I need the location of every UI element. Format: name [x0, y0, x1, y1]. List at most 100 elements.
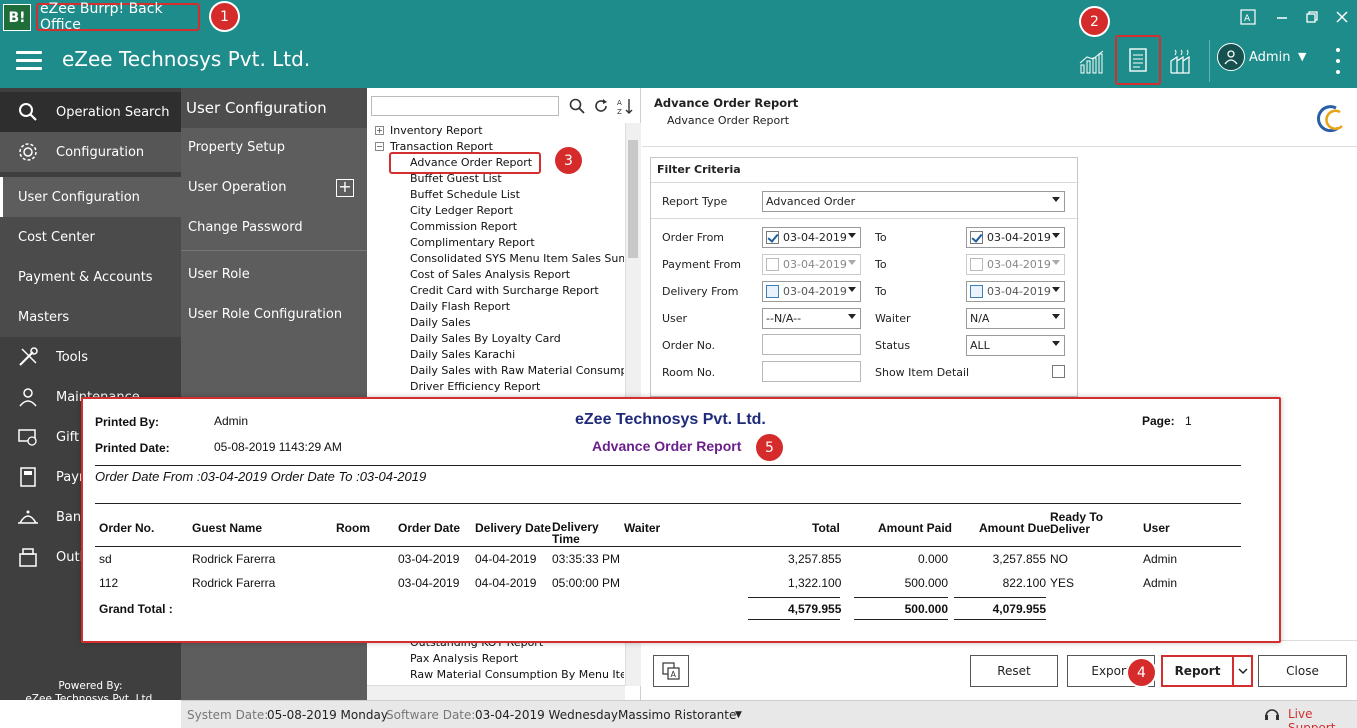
col-waiter: Waiter — [624, 521, 661, 535]
user-operation-item[interactable]: User Operation — [188, 180, 286, 195]
expand-icon[interactable]: + — [375, 126, 384, 135]
report-button[interactable]: Report — [1161, 655, 1234, 687]
tools-item[interactable]: Tools — [0, 337, 181, 377]
tree-item[interactable]: Daily Sales — [410, 316, 471, 329]
property-dropdown-icon[interactable]: ▼ — [735, 710, 742, 720]
property-selector[interactable]: Massimo Ristorante — [618, 708, 736, 722]
tree-item[interactable]: Daily Sales with Raw Material Consumptic — [410, 364, 624, 377]
sort-az-icon[interactable]: AZ — [615, 96, 635, 116]
user-select[interactable]: --N/A-- — [762, 308, 861, 329]
more-options-icon[interactable] — [1333, 48, 1343, 74]
nav-cost-center[interactable]: Cost Center — [0, 217, 181, 257]
divider — [651, 218, 1079, 219]
user-role-item[interactable]: User Role — [188, 267, 250, 282]
tree-item[interactable]: Buffet Guest List — [410, 172, 502, 185]
grand-total-label: Grand Total : — [99, 602, 173, 616]
live-support-link[interactable]: Live Support — [1288, 707, 1357, 728]
show-item-detail-checkbox[interactable] — [1052, 365, 1065, 378]
order-no-input[interactable] — [762, 334, 861, 355]
payment-to-checkbox[interactable] — [970, 258, 983, 271]
tree-item[interactable]: Daily Flash Report — [410, 300, 510, 313]
delivery-to-checkbox[interactable] — [970, 285, 983, 298]
reports-icon[interactable] — [1115, 35, 1161, 85]
printed-date-label: Printed Date: — [95, 441, 170, 455]
col-ready-to-deliver: Ready To Deliver — [1050, 510, 1104, 536]
nav-payment-accounts[interactable]: Payment & Accounts — [0, 257, 181, 297]
printed-report-name: Advance Order Report — [592, 438, 742, 454]
show-item-detail-label: Show Item Detail — [875, 366, 970, 379]
language-icon[interactable]: A — [653, 655, 689, 687]
table-cell: Admin — [1143, 552, 1178, 566]
nav-masters[interactable]: Masters — [0, 297, 181, 337]
table-cell: 04-04-2019 — [475, 552, 537, 566]
tree-advance-order-report[interactable]: Advance Order Report — [410, 156, 532, 169]
waiter-select[interactable]: N/A — [966, 308, 1065, 329]
expand-plus-icon[interactable]: + — [336, 179, 354, 197]
tree-item[interactable]: Complimentary Report — [410, 236, 535, 249]
close-window-icon[interactable] — [1331, 6, 1353, 28]
annotation-badge-2: 2 — [1081, 8, 1108, 35]
user-name[interactable]: Admin — [1249, 50, 1290, 65]
tree-item[interactable]: Raw Material Consumption By Menu Item — [410, 668, 624, 681]
tree-item[interactable]: Credit Card with Surcharge Report — [410, 284, 599, 297]
delivery-from-date[interactable]: 03-04-2019 — [762, 281, 861, 302]
table-cell: YES — [1050, 576, 1075, 590]
kitchen-icon[interactable] — [1163, 44, 1199, 80]
payment-from-checkbox[interactable] — [766, 258, 779, 271]
order-from-checkbox[interactable] — [766, 231, 779, 244]
property-setup-item[interactable]: Property Setup — [188, 140, 285, 155]
payment-to-date[interactable]: 03-04-2019 — [966, 254, 1065, 275]
user-dropdown-icon[interactable]: ▼ — [1298, 50, 1306, 63]
analytics-chart-icon[interactable] — [1074, 44, 1110, 80]
headset-icon[interactable] — [1263, 705, 1281, 726]
tree-item[interactable]: Cost of Sales Analysis Report — [410, 268, 570, 281]
to-label: To — [875, 231, 887, 244]
translate-icon[interactable]: A — [1237, 6, 1259, 28]
refresh-icon[interactable] — [591, 96, 611, 116]
report-dropdown-button[interactable] — [1232, 655, 1253, 687]
horizontal-scrollbar[interactable] — [367, 685, 625, 700]
change-password-item[interactable]: Change Password — [188, 220, 303, 235]
divider — [651, 182, 1079, 183]
order-to-date[interactable]: 03-04-2019 — [966, 227, 1065, 248]
menu-icon[interactable] — [16, 51, 42, 71]
delivery-to-date[interactable]: 03-04-2019 — [966, 281, 1065, 302]
tree-inventory-report[interactable]: Inventory Report — [390, 124, 483, 137]
operation-search-item[interactable]: Operation Search — [0, 92, 181, 132]
close-button[interactable]: Close — [1258, 655, 1347, 687]
to-label: To — [875, 285, 887, 298]
configuration-item[interactable]: Configuration — [0, 132, 181, 172]
tree-item[interactable]: Pax Analysis Report — [410, 652, 518, 665]
scrollbar-thumb[interactable] — [628, 140, 638, 258]
svg-text:Z: Z — [617, 108, 622, 115]
tree-item[interactable]: Consolidated SYS Menu Item Sales Summa — [410, 252, 624, 265]
order-from-date[interactable]: 03-04-2019 — [762, 227, 861, 248]
collapse-icon[interactable]: − — [375, 142, 384, 151]
tree-item[interactable]: Commission Report — [410, 220, 517, 233]
payment-from-date[interactable]: 03-04-2019 — [762, 254, 861, 275]
minimize-icon[interactable] — [1271, 6, 1293, 28]
tree-item[interactable]: Driver Efficiency Report — [410, 380, 540, 393]
table-cell: sd — [99, 552, 112, 566]
reset-button[interactable]: Reset — [970, 655, 1058, 687]
user-avatar-icon[interactable] — [1217, 43, 1245, 71]
delivery-from-checkbox[interactable] — [766, 285, 779, 298]
search-icon[interactable] — [567, 96, 587, 116]
tree-item[interactable]: Buffet Schedule List — [410, 188, 520, 201]
divider — [854, 597, 948, 598]
tree-item[interactable]: City Ledger Report — [410, 204, 513, 217]
order-to-checkbox[interactable] — [970, 231, 983, 244]
room-no-input[interactable] — [762, 361, 861, 382]
tree-item[interactable]: Daily Sales Karachi — [410, 348, 515, 361]
restore-icon[interactable] — [1301, 6, 1323, 28]
divider — [854, 619, 948, 620]
status-select[interactable]: ALL — [966, 335, 1065, 356]
tree-item[interactable]: Daily Sales By Loyalty Card — [410, 332, 561, 345]
report-type-select[interactable]: Advanced Order — [762, 191, 1065, 212]
app-logo: B! — [3, 4, 31, 31]
printed-report-preview: Printed By: Admin Printed Date: 05-08-20… — [81, 397, 1281, 643]
payment-from-label: Payment From — [662, 258, 741, 271]
user-role-configuration-item[interactable]: User Role Configuration — [188, 307, 342, 322]
tree-search-input[interactable] — [371, 96, 559, 116]
nav-user-configuration[interactable]: User Configuration — [0, 177, 181, 217]
